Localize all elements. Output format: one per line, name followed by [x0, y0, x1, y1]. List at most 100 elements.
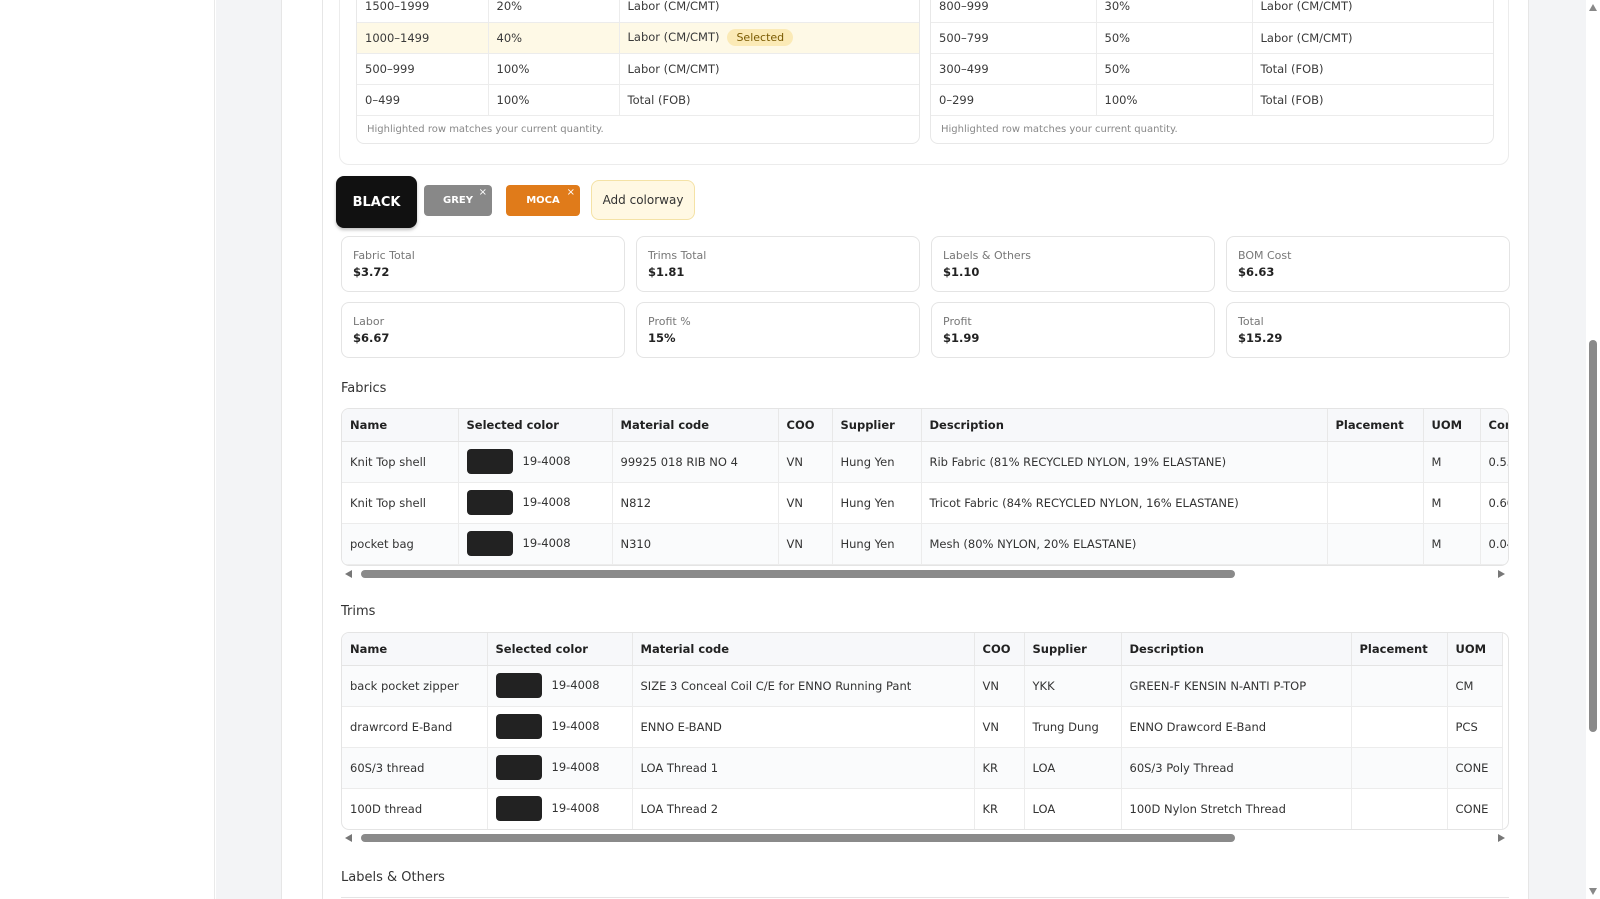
trims-horizontal-scrollbar[interactable]	[341, 830, 1509, 846]
card-label: BOM Cost	[1238, 249, 1292, 262]
fabrics-title: Fabrics	[341, 381, 387, 396]
column-header[interactable]: Supplier	[832, 409, 922, 442]
scrollbar-thumb[interactable]	[1589, 340, 1597, 732]
color-swatch[interactable]	[466, 531, 513, 556]
table-row[interactable]: Knit Top shell 19-4008 N812 VN Hung Yen …	[342, 482, 1508, 524]
summary-card-profit-pct: Profit % 15%	[636, 302, 920, 358]
scroll-down-icon[interactable]	[1589, 888, 1597, 895]
cell-uom: M	[1423, 482, 1481, 524]
card-value: $3.72	[353, 265, 390, 279]
color-swatch[interactable]	[466, 490, 513, 515]
table-row[interactable]: 100D thread 19-4008 LOA Thread 2 KR LOA …	[342, 788, 1503, 829]
tier-row: 1500–1999 20% Labor (CM/CMT)	[357, 0, 919, 23]
page-vertical-scrollbar[interactable]	[1586, 0, 1600, 899]
cell-placement	[1327, 523, 1424, 565]
column-header[interactable]: Placement	[1327, 409, 1424, 442]
cell-description: GREEN-F KENSIN N-ANTI P-TOP	[1121, 665, 1352, 707]
table-row[interactable]: Knit Top shell 19-4008 99925 018 RIB NO …	[342, 441, 1508, 483]
scroll-left-icon[interactable]	[345, 570, 352, 578]
summary-card-labor: Labor $6.67	[341, 302, 625, 358]
column-header[interactable]: Description	[921, 409, 1328, 442]
close-icon[interactable]: ×	[567, 187, 575, 198]
trims-title: Trims	[341, 604, 376, 619]
cell-supplier: Hung Yen	[832, 523, 922, 565]
table-row[interactable]: drawrcord E-Band 19-4008 ENNO E-BAND VN …	[342, 706, 1503, 748]
cell-name: 60S/3 thread	[342, 747, 488, 789]
column-header[interactable]: Selected color	[487, 633, 633, 666]
fabrics-table: Name Selected color Material code COO Su…	[341, 408, 1509, 566]
cell-color: 19-4008	[458, 441, 613, 483]
tier-range: 1500–1999	[357, 0, 489, 23]
card-label: Labels & Others	[943, 249, 1031, 262]
column-header[interactable]: COO	[778, 409, 833, 442]
column-header[interactable]: Material code	[632, 633, 975, 666]
table-header-row: Name Selected color Material code COO Su…	[342, 409, 1508, 442]
column-header[interactable]: UOM	[1423, 409, 1481, 442]
scroll-right-icon[interactable]	[1498, 834, 1505, 842]
column-header[interactable]: Description	[1121, 633, 1352, 666]
column-header[interactable]: Selected color	[458, 409, 613, 442]
tier-basis: Total (FOB)	[1252, 84, 1493, 116]
cell-coo: VN	[974, 706, 1025, 748]
color-code: 19-4008	[551, 760, 600, 774]
cell-coo: KR	[974, 788, 1025, 829]
table-row[interactable]: 60S/3 thread 19-4008 LOA Thread 1 KR LOA…	[342, 747, 1503, 789]
scroll-left-icon[interactable]	[345, 834, 352, 842]
column-header[interactable]: UOM	[1447, 633, 1503, 666]
card-value: 15%	[648, 331, 676, 345]
close-icon[interactable]: ×	[479, 187, 487, 198]
cell-name: 100D thread	[342, 788, 488, 829]
color-swatch[interactable]	[495, 755, 542, 780]
cell-color: 19-4008	[487, 706, 633, 748]
tier-pct: 100%	[1096, 84, 1253, 116]
color-code: 19-4008	[522, 495, 571, 509]
scroll-up-icon[interactable]	[1589, 4, 1597, 11]
cell-code: 99925 018 RIB NO 4	[612, 441, 779, 483]
scroll-right-icon[interactable]	[1498, 570, 1505, 578]
column-header[interactable]: Con	[1480, 409, 1508, 442]
column-header[interactable]: Name	[342, 409, 459, 442]
left-sidebar-area	[0, 0, 215, 899]
colorway-tab-moca[interactable]: MOCA ×	[506, 185, 580, 216]
color-code: 19-4008	[522, 454, 571, 468]
column-header[interactable]: Supplier	[1024, 633, 1122, 666]
tier-basis: Labor (CM/CMT)	[1252, 22, 1493, 54]
column-header[interactable]: Name	[342, 633, 488, 666]
cell-name: drawrcord E-Band	[342, 706, 488, 748]
cell-color: 19-4008	[487, 747, 633, 789]
color-code: 19-4008	[551, 678, 600, 692]
color-swatch[interactable]	[495, 796, 542, 821]
table-row[interactable]: back pocket zipper 19-4008 SIZE 3 Concea…	[342, 665, 1503, 707]
colorway-tab-black[interactable]: BLACK	[336, 176, 417, 228]
right-gutter	[1528, 0, 1592, 899]
cell-supplier: LOA	[1024, 788, 1122, 829]
tier-range: 500–999	[357, 53, 489, 85]
cell-code: SIZE 3 Conceal Coil C/E for ENNO Running…	[632, 665, 975, 707]
summary-card-trims-total: Trims Total $1.81	[636, 236, 920, 292]
color-swatch[interactable]	[495, 673, 542, 698]
cell-color: 19-4008	[487, 665, 633, 707]
add-colorway-button[interactable]: Add colorway	[591, 180, 695, 220]
tier-pct: 40%	[488, 22, 620, 54]
table-row[interactable]: pocket bag 19-4008 N310 VN Hung Yen Mesh…	[342, 523, 1508, 565]
scrollbar-thumb[interactable]	[361, 570, 1235, 578]
tier-row: 800–999 30% Labor (CM/CMT)	[931, 0, 1493, 23]
color-swatch[interactable]	[495, 714, 542, 739]
color-code: 19-4008	[551, 719, 600, 733]
color-swatch[interactable]	[466, 449, 513, 474]
column-header[interactable]: Material code	[612, 409, 779, 442]
colorway-tab-grey[interactable]: GREY ×	[424, 185, 492, 216]
card-value: $15.29	[1238, 331, 1283, 345]
column-header[interactable]: COO	[974, 633, 1025, 666]
cell-uom: PCS	[1447, 706, 1503, 748]
cell-name: back pocket zipper	[342, 665, 488, 707]
fabrics-horizontal-scrollbar[interactable]	[341, 566, 1509, 582]
summary-card-labels-others: Labels & Others $1.10	[931, 236, 1215, 292]
card-value: $1.99	[943, 331, 980, 345]
tier-pct: 100%	[488, 84, 620, 116]
cell-description: Mesh (80% NYLON, 20% ELASTANE)	[921, 523, 1328, 565]
tier-row: 500–999 100% Labor (CM/CMT)	[357, 53, 919, 85]
scrollbar-thumb[interactable]	[361, 834, 1235, 842]
table-header-row: Name Selected color Material code COO Su…	[342, 633, 1503, 666]
column-header[interactable]: Placement	[1351, 633, 1448, 666]
